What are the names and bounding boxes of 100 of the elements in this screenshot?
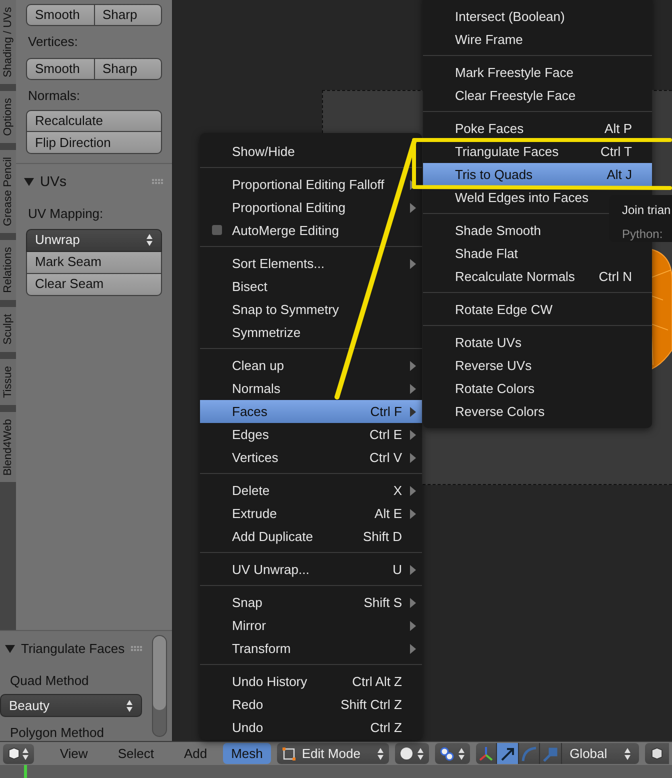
menu-item[interactable]: Rotate Edge CW <box>423 298 652 321</box>
action-button[interactable]: Clear Seam <box>26 274 162 296</box>
shortcut-label: Shift S <box>364 594 402 612</box>
dropdown[interactable]: Unwrap <box>26 228 162 252</box>
shortcut-label: Ctrl N <box>598 268 632 286</box>
menu-item[interactable]: Transform <box>200 637 422 660</box>
toggle-button[interactable]: Smooth <box>26 4 94 26</box>
menu-item[interactable]: AutoMerge Editing <box>200 219 422 242</box>
field-label: Vertices: <box>27 33 79 51</box>
up-down-arrows-icon <box>146 233 153 247</box>
menu-item[interactable]: Mirror <box>200 614 422 637</box>
menu-item[interactable]: Poke Faces Alt P <box>423 117 652 140</box>
collapse-triangle-icon[interactable] <box>24 176 34 186</box>
action-button[interactable]: Flip Direction <box>26 132 162 154</box>
menu-item[interactable]: Clear Freestyle Face <box>423 84 652 107</box>
shortcut-label: Alt P <box>604 120 632 138</box>
tooltip-python: Python: <box>622 226 663 243</box>
menu-item[interactable]: Intersect (Boolean) <box>423 5 652 28</box>
editor-type-button[interactable] <box>3 744 34 764</box>
panel-title[interactable]: Triangulate Faces <box>21 639 125 658</box>
menu-item[interactable]: UV Unwrap... U <box>200 558 422 581</box>
shortcut-label: Ctrl F <box>370 402 402 421</box>
menu-item[interactable]: Snap Shift S <box>200 591 422 614</box>
toggle-button[interactable]: Smooth <box>26 58 94 80</box>
menu-item[interactable]: Undo History Ctrl Alt Z <box>200 670 422 693</box>
shortcut-label: Ctrl T <box>600 142 632 161</box>
checkbox[interactable] <box>212 225 222 235</box>
dropdown[interactable]: Beauty <box>0 694 142 717</box>
manipulator-toggle[interactable] <box>497 743 519 764</box>
menu-item[interactable]: Normals <box>200 377 422 400</box>
menu-item[interactable]: Edges Ctrl E <box>200 423 422 446</box>
menu-item[interactable]: Add Duplicate Shift D <box>200 525 422 548</box>
shortcut-label: Shift D <box>362 528 402 546</box>
menu-item[interactable]: Show/Hide <box>200 140 422 163</box>
menu-item[interactable]: Symmetrize <box>200 321 422 344</box>
up-down-arrows-icon <box>417 746 424 760</box>
scale-handle-icon <box>542 746 558 762</box>
up-down-arrows-icon <box>458 746 466 760</box>
header-menu[interactable]: Select <box>110 743 162 764</box>
arc-icon <box>520 746 537 762</box>
current-frame-marker <box>24 765 27 778</box>
field-label: UV Mapping: <box>27 205 104 223</box>
menu-item[interactable]: Snap to Symmetry <box>200 298 422 321</box>
shading-dropdown[interactable] <box>394 743 430 764</box>
shortcut-label: Alt J <box>606 166 632 184</box>
mesh-vertices-icon <box>282 746 296 760</box>
scrollbar[interactable] <box>152 635 167 737</box>
menu-item[interactable]: Triangulate Faces Ctrl T <box>423 140 652 163</box>
header-menu[interactable]: View <box>52 743 96 764</box>
up-down-arrows-icon <box>126 698 133 712</box>
menu-item[interactable]: Sort Elements... <box>200 252 422 275</box>
drag-grip-icon[interactable] <box>130 646 143 652</box>
menu-item[interactable]: Recalculate Normals Ctrl N <box>423 265 652 288</box>
menu-item[interactable]: Extrude Alt E <box>200 502 422 525</box>
layer-button[interactable] <box>644 743 669 764</box>
up-down-arrows-icon <box>22 746 29 760</box>
arrow-icon <box>500 746 516 762</box>
menu-item[interactable]: Undo Ctrl Z <box>200 716 422 739</box>
shortcut-label: X <box>393 482 402 500</box>
header-menu[interactable]: Add <box>176 743 216 764</box>
menu-item[interactable]: Bisect <box>200 275 422 298</box>
sphere-icon <box>400 747 414 760</box>
menu-item[interactable]: Reverse UVs <box>423 354 652 377</box>
toggle-button[interactable]: Sharp <box>94 58 162 80</box>
field-label: Normals: <box>27 86 82 104</box>
menu-item[interactable]: Vertices Ctrl V <box>200 446 422 469</box>
drag-grip-icon[interactable] <box>152 178 164 184</box>
shortcut-label: Alt E <box>374 504 402 523</box>
menu-item[interactable]: Clean up <box>200 354 422 377</box>
panel-title[interactable]: UVs <box>40 171 146 192</box>
up-down-arrows-icon <box>624 746 631 760</box>
toggle-button[interactable]: Sharp <box>94 4 162 26</box>
collapse-triangle-icon[interactable] <box>5 644 15 654</box>
mode-dropdown[interactable]: Edit Mode <box>276 743 389 764</box>
linked-circles-icon <box>440 746 454 760</box>
tooltip-title: Join trian <box>622 202 671 219</box>
shortcut-label: Ctrl Z <box>370 718 402 737</box>
header-menu[interactable]: Mesh <box>223 743 271 764</box>
pivot-dropdown[interactable] <box>435 743 470 764</box>
menu-item[interactable]: Proportional Editing Falloff <box>200 173 422 196</box>
menu-item[interactable]: Redo Shift Ctrl Z <box>200 693 422 716</box>
shortcut-label: Ctrl E <box>370 426 402 444</box>
menu-item[interactable]: Delete X <box>200 479 422 502</box>
shortcut-label: Shift Ctrl Z <box>340 696 402 714</box>
shortcut-label: Ctrl V <box>370 448 402 467</box>
menu-item[interactable]: Reverse Colors <box>423 400 652 423</box>
menu-item[interactable]: Tris to Quads Alt J <box>423 163 652 186</box>
up-down-arrows-icon <box>376 746 384 760</box>
field-label: Quad Method <box>9 672 90 690</box>
axes-icon <box>478 746 494 762</box>
action-button[interactable]: Mark Seam <box>26 252 162 274</box>
menu-item[interactable]: Wire Frame <box>423 28 652 51</box>
action-button[interactable]: Recalculate <box>26 110 162 132</box>
menu-item[interactable]: Faces Ctrl F <box>200 400 422 423</box>
menu-item[interactable]: Proportional Editing <box>200 196 422 219</box>
menu-item[interactable]: Rotate UVs <box>423 331 652 354</box>
menu-item[interactable]: Rotate Colors <box>423 377 652 400</box>
field-label: Polygon Method <box>9 724 105 742</box>
menu-item[interactable]: Shade Flat <box>423 242 652 265</box>
menu-item[interactable]: Mark Freestyle Face <box>423 61 652 84</box>
